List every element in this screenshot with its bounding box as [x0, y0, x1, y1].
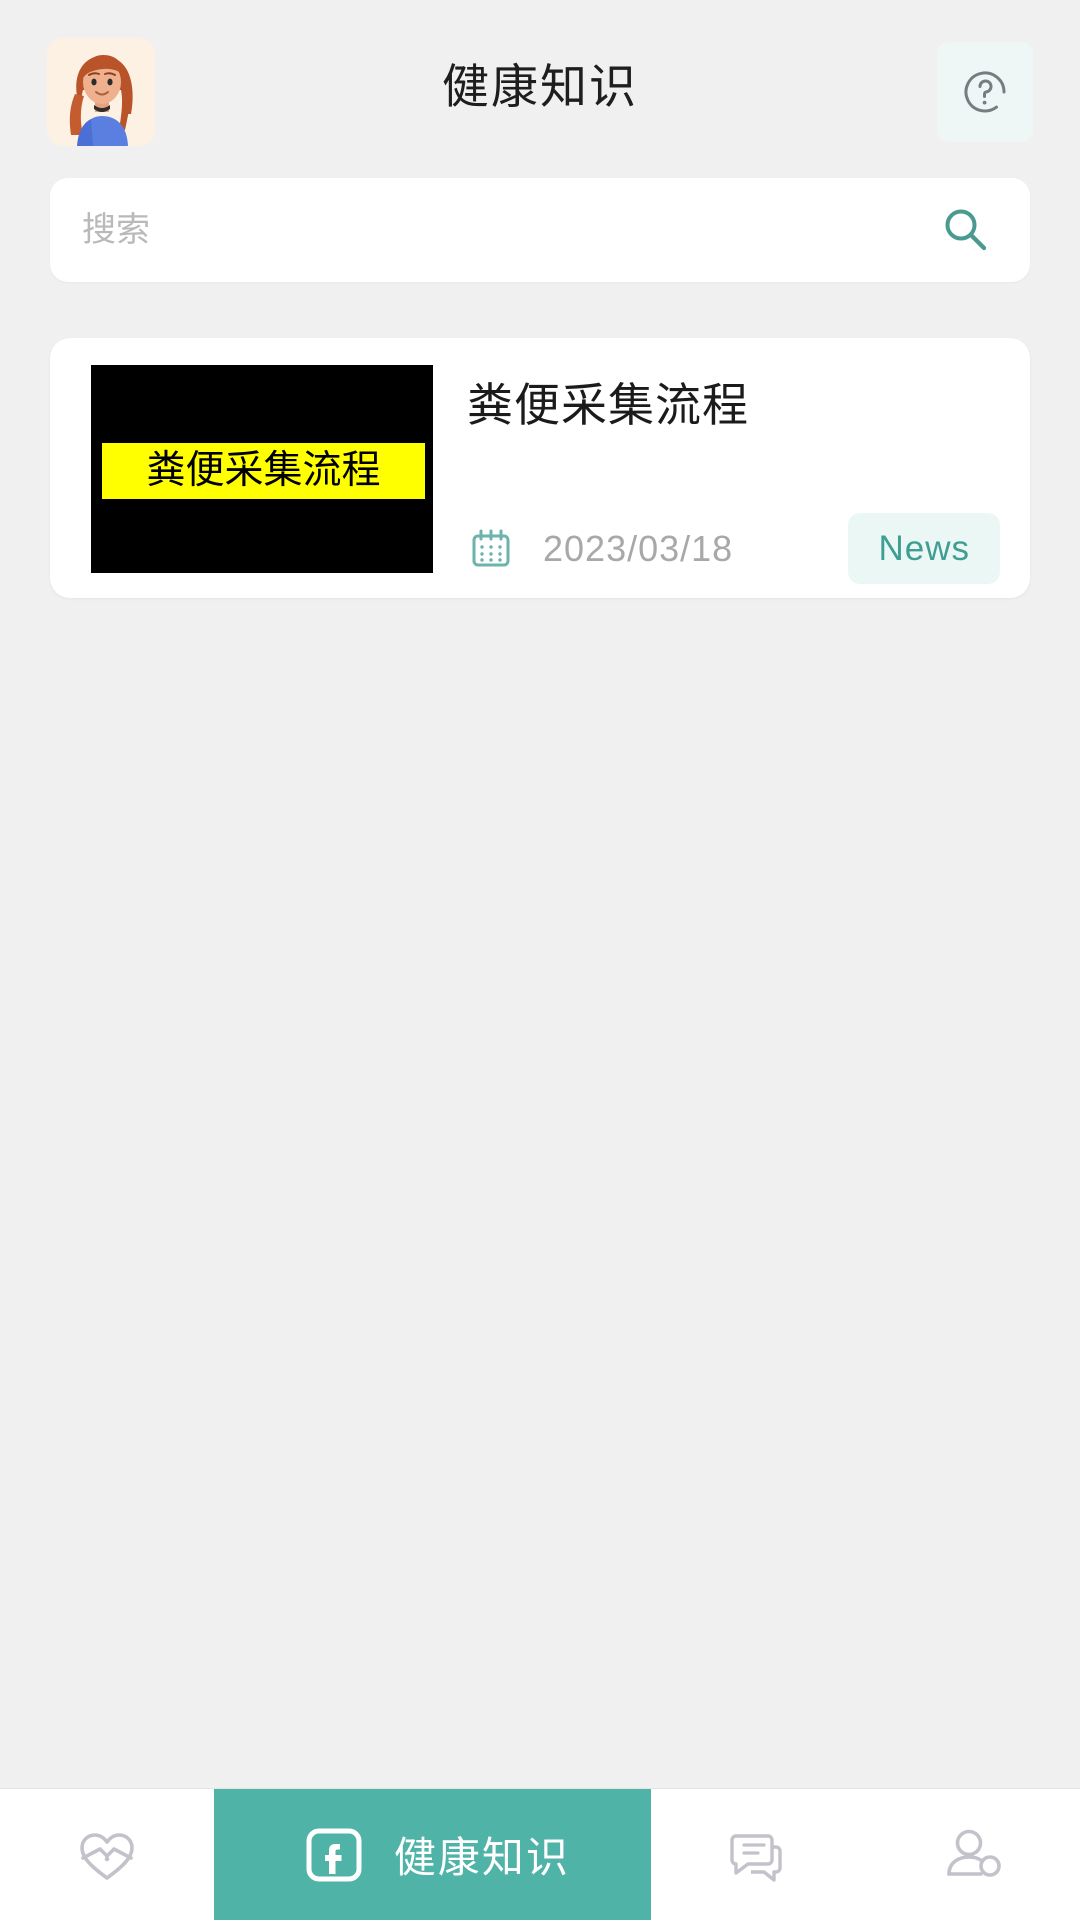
calendar-icon: [472, 529, 510, 566]
article-list: 粪便采集流程 粪便采集流程 2023/03/18 News: [0, 282, 1080, 1788]
page-title: 健康知识: [442, 60, 638, 113]
nav-item-health[interactable]: [0, 1789, 214, 1920]
thumbnail-caption: 粪便采集流程: [102, 443, 425, 500]
help-button[interactable]: [937, 42, 1033, 142]
article-thumbnail: 粪便采集流程: [91, 365, 433, 573]
article-card-body: 粪便采集流程 2023/03/18 News: [467, 365, 1000, 584]
search-section: [0, 178, 1080, 282]
app-screen: 健康知识 粪便采集流程: [0, 0, 1080, 1920]
search-icon: [945, 209, 987, 251]
article-title: 粪便采集流程: [467, 379, 749, 431]
article-tag-badge[interactable]: News: [848, 513, 1000, 584]
chat-bubbles-icon: [730, 1833, 783, 1882]
article-date: 2023/03/18: [543, 527, 734, 569]
user-account-icon: [947, 1829, 1001, 1877]
knowledge-card-icon: [306, 1828, 362, 1881]
question-circle-icon: [964, 71, 1006, 113]
article-card[interactable]: 粪便采集流程 粪便采集流程 2023/03/18 News: [50, 338, 1030, 598]
nav-item-messages[interactable]: [651, 1789, 865, 1920]
bottom-navigation: 健康知识: [0, 1788, 1080, 1920]
nav-item-profile[interactable]: [866, 1789, 1080, 1920]
search-bar[interactable]: [50, 178, 1030, 282]
calendar-icon-wrap: [467, 525, 515, 573]
heart-pulse-icon: [80, 1832, 134, 1880]
search-input[interactable]: [82, 178, 934, 282]
app-header: 健康知识: [0, 0, 1080, 178]
nav-item-knowledge-label: 健康知识: [393, 1834, 570, 1881]
article-meta: 2023/03/18 News: [467, 513, 1000, 584]
search-button[interactable]: [934, 198, 998, 262]
nav-item-knowledge[interactable]: 健康知识: [214, 1789, 652, 1920]
